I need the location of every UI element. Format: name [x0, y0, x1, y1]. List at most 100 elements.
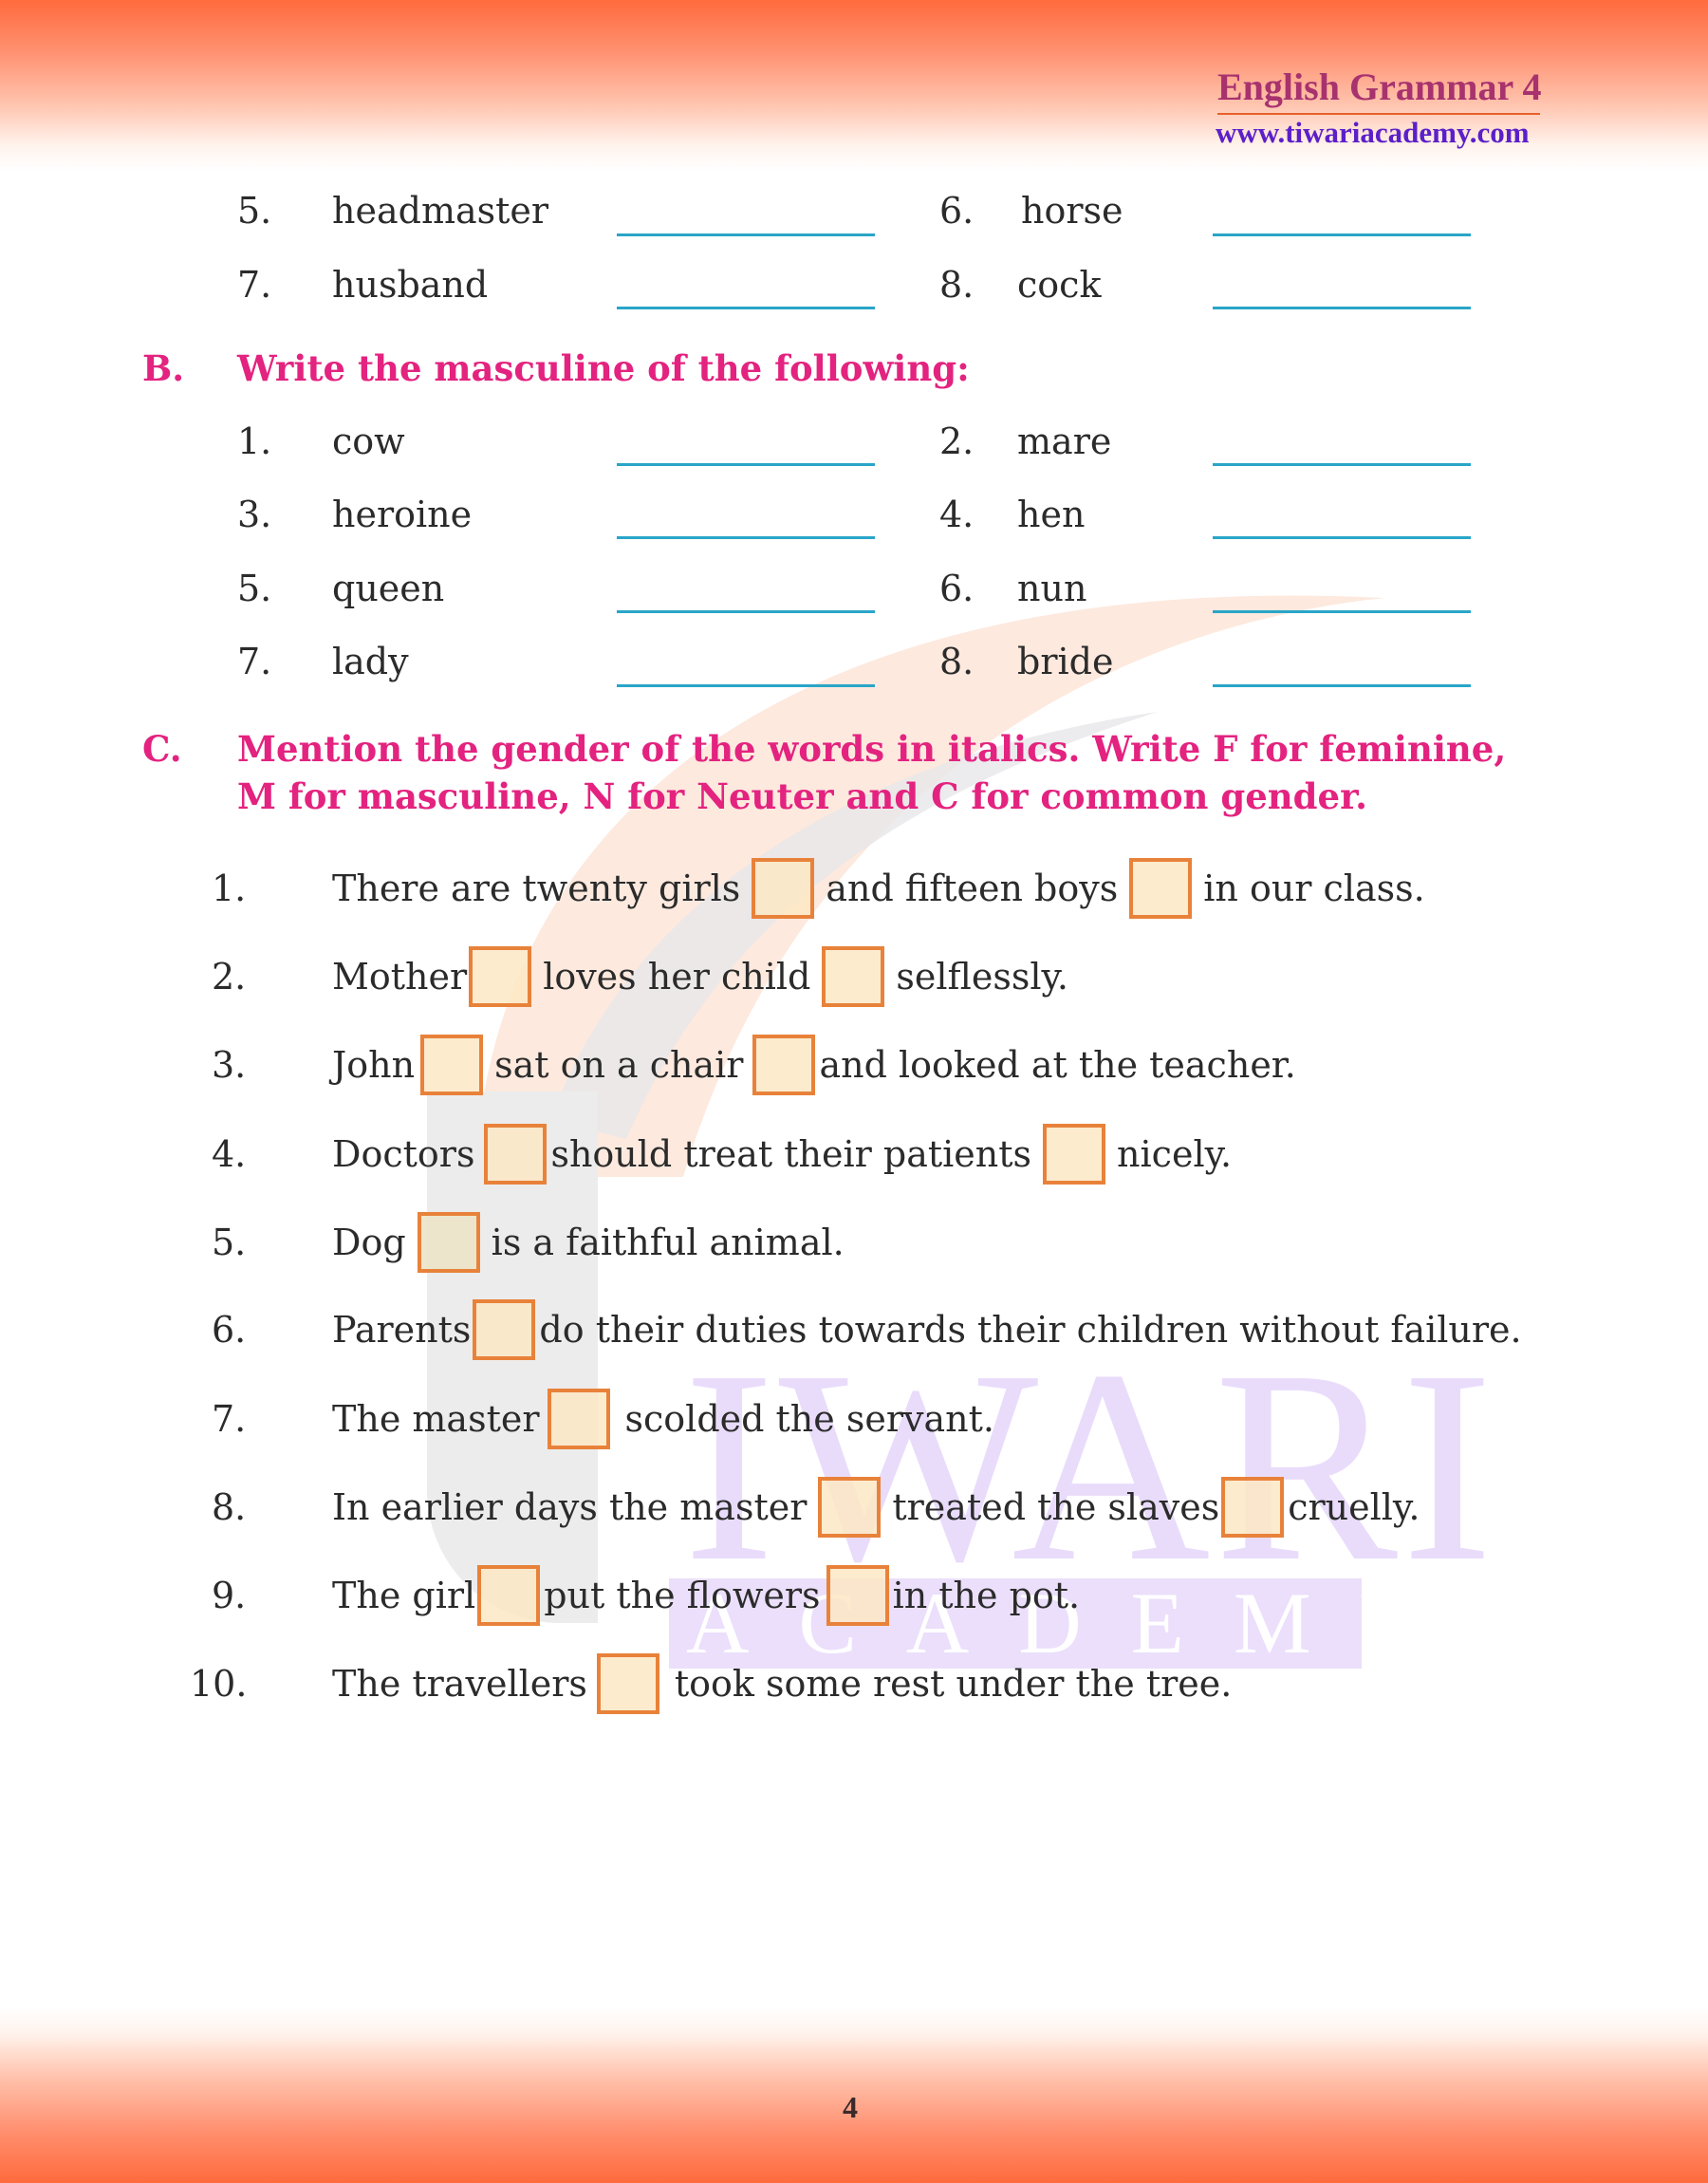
section-c-instruction-line-1: Mention the gender of the words in itali… — [237, 728, 1507, 770]
sentence-text: cruelly. — [1288, 1486, 1420, 1528]
sentence-number: 6. — [212, 1309, 247, 1351]
sentence-number: 10. — [190, 1663, 248, 1705]
gender-answer-box[interactable] — [473, 1299, 536, 1360]
gender-answer-box[interactable] — [417, 1212, 480, 1273]
sentence-number: 1. — [212, 868, 247, 909]
sentence-text: The master — [332, 1398, 540, 1440]
sentence-text: and fifteen boys — [826, 868, 1119, 909]
gender-answer-box[interactable] — [1043, 1124, 1106, 1185]
answer-blank[interactable] — [1213, 536, 1471, 539]
gender-answer-box[interactable] — [752, 858, 815, 919]
sentence-row: 7. The master scolded the servant. — [212, 1389, 994, 1449]
item-number: 3. — [237, 494, 272, 535]
gender-answer-box[interactable] — [826, 1565, 889, 1626]
item-word: mare — [1017, 420, 1112, 462]
gender-answer-box[interactable] — [822, 946, 885, 1007]
answer-blank[interactable] — [617, 233, 875, 236]
item-word: husband — [332, 264, 489, 306]
page-number: 4 — [843, 2090, 858, 2124]
sentence-text: nicely. — [1117, 1133, 1233, 1175]
sentence-text: in the pot. — [892, 1575, 1081, 1616]
item-word: lady — [332, 641, 409, 682]
gender-answer-box[interactable] — [596, 1653, 659, 1714]
section-c-label: C. — [142, 728, 182, 770]
sentence-number: 8. — [212, 1486, 247, 1528]
item-number: 7. — [237, 264, 272, 306]
sentence-number: 3. — [212, 1044, 247, 1086]
sentence-number: 5. — [212, 1222, 247, 1263]
sentence-text: is a faithful animal. — [491, 1222, 845, 1263]
gender-answer-box[interactable] — [484, 1124, 548, 1185]
website-link[interactable]: www.tiwariacademy.com — [1216, 116, 1530, 150]
sentence-row: 9. The girl put the flowers in the pot. — [212, 1565, 1081, 1626]
item-number: 7. — [237, 641, 272, 682]
answer-blank[interactable] — [617, 307, 875, 309]
item-number: 6. — [939, 190, 975, 232]
item-number: 8. — [939, 264, 975, 306]
item-word: heroine — [332, 494, 473, 535]
sentence-text: Mother — [332, 956, 468, 998]
sentence-number: 9. — [212, 1575, 247, 1616]
answer-blank[interactable] — [1213, 463, 1471, 466]
answer-blank[interactable] — [1213, 684, 1471, 687]
gender-answer-box[interactable] — [1221, 1477, 1285, 1538]
answer-blank[interactable] — [1213, 610, 1471, 613]
sentence-text: loves her child — [543, 956, 811, 998]
sentence-row: 3. John sat on a chair and looked at the… — [212, 1035, 1296, 1095]
sentence-text: put the flowers — [544, 1575, 821, 1616]
item-number: 5. — [237, 568, 272, 609]
sentence-text: sat on a chair — [494, 1044, 744, 1086]
sentence-text: The girl — [332, 1575, 476, 1616]
gender-answer-box[interactable] — [752, 1035, 816, 1095]
sentence-row: 6. Parents do their duties towards their… — [212, 1299, 1522, 1360]
item-number: 5. — [237, 190, 272, 232]
sentence-row: 5. Dog is a faithful animal. — [212, 1212, 845, 1273]
sentence-text: The travellers — [332, 1663, 587, 1705]
sentence-text: do their duties towards their children w… — [539, 1309, 1522, 1351]
item-word: nun — [1017, 568, 1087, 609]
sentence-text: and looked at the teacher. — [819, 1044, 1296, 1086]
item-word: cock — [1017, 264, 1102, 306]
answer-blank[interactable] — [617, 536, 875, 539]
gender-answer-box[interactable] — [420, 1035, 484, 1095]
sentence-row: 10. The travellers took some rest under … — [190, 1653, 1233, 1714]
sentence-text: There are twenty girls — [332, 868, 741, 909]
gender-answer-box[interactable] — [477, 1565, 541, 1626]
gender-answer-box[interactable] — [818, 1477, 882, 1538]
sentence-text: in our class. — [1203, 868, 1425, 909]
sentence-text: took some rest under the tree. — [674, 1663, 1233, 1705]
section-b-instruction: Write the masculine of the following: — [237, 347, 970, 389]
sentence-row: 1. There are twenty girls and fifteen bo… — [212, 858, 1425, 919]
item-number: 2. — [939, 420, 975, 462]
section-c-instruction-line-2: M for masculine, N for Neuter and C for … — [237, 775, 1368, 817]
sentence-row: 4. Doctors should treat their patients n… — [212, 1124, 1233, 1185]
sentence-text: Doctors — [332, 1133, 475, 1175]
gender-answer-box[interactable] — [1129, 858, 1193, 919]
sentence-text: treated the slaves — [892, 1486, 1220, 1528]
item-number: 4. — [939, 494, 975, 535]
item-word: queen — [332, 568, 445, 609]
sentence-number: 4. — [212, 1133, 247, 1175]
section-b-label: B. — [142, 347, 185, 389]
sentence-number: 7. — [212, 1398, 247, 1440]
item-word: horse — [1021, 190, 1123, 232]
sentence-number: 2. — [212, 956, 247, 998]
item-word: cow — [332, 420, 405, 462]
item-word: bride — [1017, 641, 1114, 682]
sentence-text: Dog — [332, 1222, 406, 1263]
watermark-tiwari: IWARI — [683, 1314, 1497, 1618]
sentence-text: should treat their patients — [550, 1133, 1032, 1175]
item-word: headmaster — [332, 190, 549, 232]
gender-answer-box[interactable] — [547, 1389, 610, 1449]
answer-blank[interactable] — [1213, 233, 1471, 236]
sentence-text: John — [332, 1044, 416, 1086]
answer-blank[interactable] — [617, 610, 875, 613]
sentence-text: In earlier days the master — [332, 1486, 808, 1528]
answer-blank[interactable] — [1213, 307, 1471, 309]
item-number: 6. — [939, 568, 975, 609]
item-number: 1. — [237, 420, 272, 462]
answer-blank[interactable] — [617, 463, 875, 466]
sentence-text: scolded the servant. — [624, 1398, 994, 1440]
answer-blank[interactable] — [617, 684, 875, 687]
gender-answer-box[interactable] — [469, 946, 532, 1007]
